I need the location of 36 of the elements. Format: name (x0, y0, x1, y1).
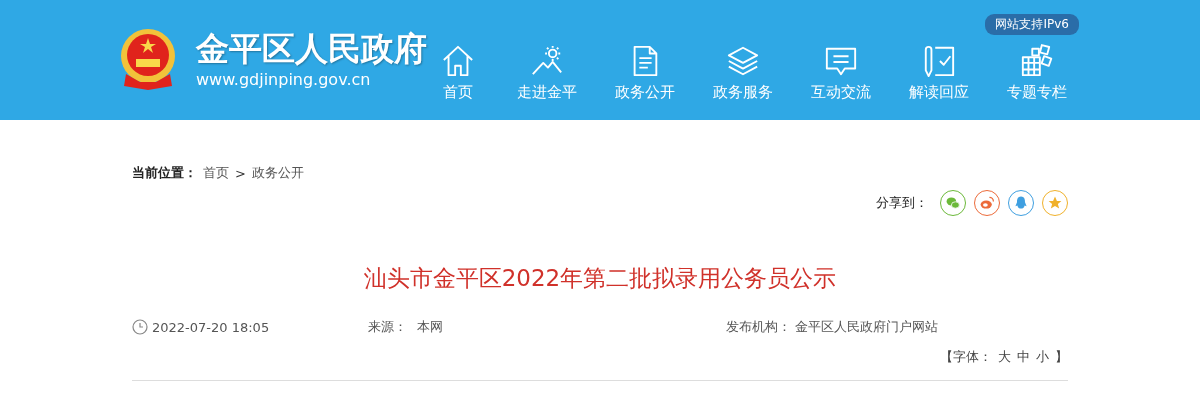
font-size-option[interactable]: 小 (1036, 348, 1049, 366)
site-url: www.gdjinping.gov.cn (196, 69, 372, 91)
publish-date: 2022-07-20 18:05 (152, 319, 270, 335)
breadcrumb-separator: > (235, 165, 246, 181)
star-icon (1047, 195, 1063, 211)
breadcrumb-link[interactable]: 首页 (203, 164, 229, 182)
font-size-option[interactable]: 大 (998, 348, 1011, 366)
nav-item[interactable]: 政务服务 (695, 44, 790, 102)
blocks-icon (1019, 44, 1054, 78)
font-size-label: 【字体： (940, 348, 992, 366)
nav-item[interactable]: 政务公开 (597, 44, 692, 102)
nav-item[interactable]: 解读回应 (891, 44, 986, 102)
home-icon (441, 44, 475, 78)
emblem-logo (118, 28, 178, 92)
source-value: 本网 (417, 318, 443, 336)
penguin-icon (1013, 195, 1029, 211)
nav-item[interactable]: 首页 (440, 44, 476, 102)
article-title: 汕头市金平区2022年第二批拟录用公务员公示 (362, 264, 838, 293)
breadcrumb-label: 当前位置： (132, 164, 197, 182)
chat-bubbles-icon (945, 195, 961, 211)
breadcrumb-link[interactable]: 政务公开 (251, 164, 304, 182)
ipv6-badge: 网站支持IPv6 (985, 14, 1079, 35)
site-name: 金平区人民政府 (196, 29, 427, 69)
share-label: 分享到： (876, 194, 928, 212)
font-size-bracket: 】 (1055, 348, 1068, 366)
publisher-label: 发布机构： (726, 318, 791, 336)
nav-item[interactable]: 互动交流 (793, 44, 888, 102)
publisher-value: 金平区人民政府门户网站 (795, 318, 938, 336)
source-label: 来源： (368, 318, 407, 336)
weibo-icon (979, 195, 995, 211)
clock-icon (132, 319, 148, 335)
nav-item[interactable]: 专题专栏 (989, 44, 1084, 102)
mountain-sun-icon (529, 44, 564, 78)
font-size-option[interactable]: 中 (1017, 348, 1030, 366)
nav-item[interactable]: 走进金平 (499, 44, 594, 102)
layers-icon (725, 44, 760, 78)
